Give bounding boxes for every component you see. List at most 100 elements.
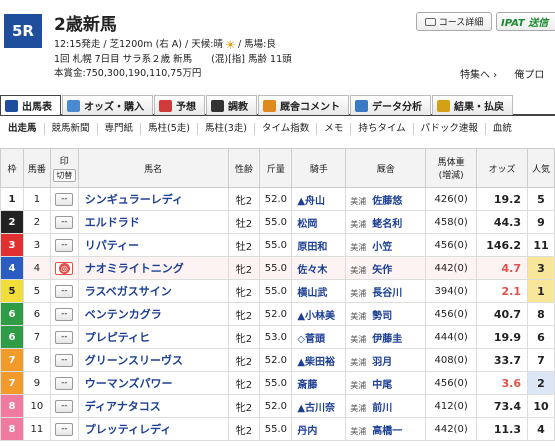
odds-value[interactable]: 44.3 [476,210,528,234]
table-row[interactable]: 8 10 -- ディアナタコス 牝2 52.0 ▲古川奈 美浦 前川 412(0) 73.4 10 [0,394,555,418]
jockey-link[interactable]: ▲柴田裕 [291,348,347,372]
col-jockey[interactable]: 騎手 [291,148,347,188]
jockey-link[interactable]: 斎藤 [291,371,347,395]
table-row[interactable]: 6 6 -- ベンテンカグラ 牝2 52.0 ▲小林美 美浦 勢司 456(0) 40.7 8 [0,302,555,326]
mark-selector[interactable]: -- [55,307,74,321]
odds-value[interactable]: 11.3 [476,417,528,441]
odds-value[interactable]: 19.9 [476,325,528,349]
jockey-link[interactable]: ▲舟山 [291,187,347,211]
tab-comment[interactable]: 厩舎コメント [258,95,349,115]
mark-cell[interactable]: -- [49,210,79,234]
mark-selector[interactable]: -- [55,215,74,229]
horse-name-link[interactable]: ラスベガスサイン [77,279,229,303]
horse-name-link[interactable]: プレッティレディ [77,417,229,441]
col-mark[interactable]: 印切替 [49,148,79,188]
course-detail-button[interactable]: コース詳細 [416,12,492,31]
odds-value[interactable]: 19.2 [476,187,528,211]
trainer-link[interactable]: 長谷川 [372,288,402,299]
jockey-link[interactable]: ▲小林美 [291,302,347,326]
mark-selector[interactable]: ◎ [55,261,74,275]
horse-name-link[interactable]: ウーマンズパワー [77,371,229,395]
col-weight[interactable]: 馬体重 (増減) [425,148,478,188]
horse-name-link[interactable]: プレピティヒ [77,325,229,349]
col-kin[interactable]: 斤量 [259,148,293,188]
sub-tab-item[interactable]: 馬柱(5走) [140,123,197,135]
table-row[interactable]: 2 2 -- エルドラド 牡2 55.0 松岡 美浦 蛯名利 458(0) 44.3 9 [0,210,555,234]
sub-tab-item[interactable]: 専門紙 [96,123,141,135]
mark-selector[interactable]: -- [55,353,74,367]
orepro-link[interactable]: 俺プロ [514,70,544,81]
horse-name-link[interactable]: ナオミライトニング [77,256,229,280]
mark-selector[interactable]: -- [55,284,74,298]
trainer-link[interactable]: 小笠 [372,242,392,253]
trainer-link[interactable]: 佐藤悠 [372,196,402,207]
odds-value[interactable]: 40.7 [476,302,528,326]
table-row[interactable]: 7 9 -- ウーマンズパワー 牝2 55.0 斎藤 美浦 中尾 456(0) 3.6 2 [0,371,555,395]
odds-value[interactable]: 3.6 [476,371,528,395]
odds-value[interactable]: 73.4 [476,394,528,418]
horse-name-link[interactable]: リパティー [77,233,229,257]
jockey-link[interactable]: 丹内 [291,417,347,441]
trainer-link[interactable]: 羽月 [372,357,392,368]
mark-selector[interactable]: -- [55,399,74,413]
table-row[interactable]: 6 7 -- プレピティヒ 牝2 53.0 ◇菅頭 美浦 伊藤圭 444(0) 19.9 6 [0,325,555,349]
table-row[interactable]: 4 4 ◎ ナオミライトニング 牝2 55.0 佐々木 美浦 矢作 442(0) 4.7 3 [0,256,555,280]
mark-selector[interactable]: -- [55,376,74,390]
sub-tab-item[interactable]: パドック速報 [412,123,485,135]
trainer-link[interactable]: 前川 [372,403,392,414]
tab-bar-chart[interactable]: データ分析 [350,95,431,115]
mark-cell[interactable]: -- [49,233,79,257]
horse-name-link[interactable]: グリーンスリーヴス [77,348,229,372]
sub-tab-item[interactable]: 血統 [484,123,519,135]
horse-name-link[interactable]: ベンテンカグラ [77,302,229,326]
feature-link[interactable]: 特集へ › [460,70,497,81]
sub-tab-item[interactable]: メモ [316,123,350,135]
horse-name-link[interactable]: エルドラド [77,210,229,234]
mark-cell[interactable]: -- [49,394,79,418]
sub-tab-item[interactable]: タイム指数 [253,123,316,135]
col-pop[interactable]: 人気 [526,148,555,188]
tab-odds[interactable]: オッズ・購入 [62,95,153,115]
mark-cell[interactable]: -- [49,187,79,211]
odds-value[interactable]: 33.7 [476,348,528,372]
jockey-link[interactable]: ▲古川奈 [291,394,347,418]
mark-toggle-button[interactable]: 切替 [52,169,76,182]
mark-cell[interactable]: -- [49,302,79,326]
table-row[interactable]: 8 11 -- プレッティレディ 牝2 55.0 丹内 美浦 高橋一 442(0) 11.3 4 [0,417,555,441]
jockey-link[interactable]: ◇菅頭 [291,325,347,349]
odds-value[interactable]: 2.1 [476,279,528,303]
table-row[interactable]: 5 5 -- ラスベガスサイン 牝2 55.0 横山武 美浦 長谷川 394(0) 2.1 1 [0,279,555,303]
mark-cell[interactable]: -- [49,417,79,441]
mark-selector[interactable]: -- [55,238,74,252]
horse-name-link[interactable]: ディアナタコス [77,394,229,418]
sub-tab-item[interactable]: 競馬新聞 [43,123,97,135]
horse-name-link[interactable]: シンギュラーレディ [77,187,229,211]
tab-table[interactable]: 出馬表 [0,95,61,115]
ipat-button[interactable]: IPAT 送信 [496,12,555,31]
mark-cell[interactable]: -- [49,279,79,303]
jockey-link[interactable]: 松岡 [291,210,347,234]
table-row[interactable]: 3 3 -- リパティー 牡2 55.0 原田和 美浦 小笠 456(0) 146.2 11 [0,233,555,257]
tab-coins[interactable]: 結果・払戻 [432,95,513,115]
jockey-link[interactable]: 横山武 [291,279,347,303]
trainer-link[interactable]: 中尾 [372,380,392,391]
mark-cell[interactable]: -- [49,371,79,395]
trainer-link[interactable]: 蛯名利 [372,219,402,230]
table-row[interactable]: 1 1 -- シンギュラーレディ 牝2 52.0 ▲舟山 美浦 佐藤悠 426(0) 19.2 5 [0,187,555,211]
jockey-link[interactable]: 佐々木 [291,256,347,280]
sub-tab-item[interactable]: 出走馬 [0,123,44,135]
trainer-link[interactable]: 伊藤圭 [372,334,402,345]
trainer-link[interactable]: 高橋一 [372,426,402,437]
mark-selector[interactable]: -- [55,192,74,206]
col-odds[interactable]: オッズ [476,148,528,188]
mark-selector[interactable]: -- [55,422,74,436]
sub-tab-item[interactable]: 持ちタイム [350,123,412,135]
tab-target[interactable]: 予想 [154,95,205,115]
col-stable[interactable]: 厩舎 [345,148,427,188]
odds-value[interactable]: 146.2 [476,233,528,257]
table-row[interactable]: 7 8 -- グリーンスリーヴス 牝2 52.0 ▲柴田裕 美浦 羽月 408(0) 33.7 7 [0,348,555,372]
sub-tab-item[interactable]: 馬柱(3走) [197,123,254,135]
mark-cell[interactable]: -- [49,325,79,349]
trainer-link[interactable]: 矢作 [372,265,392,276]
jockey-link[interactable]: 原田和 [291,233,347,257]
